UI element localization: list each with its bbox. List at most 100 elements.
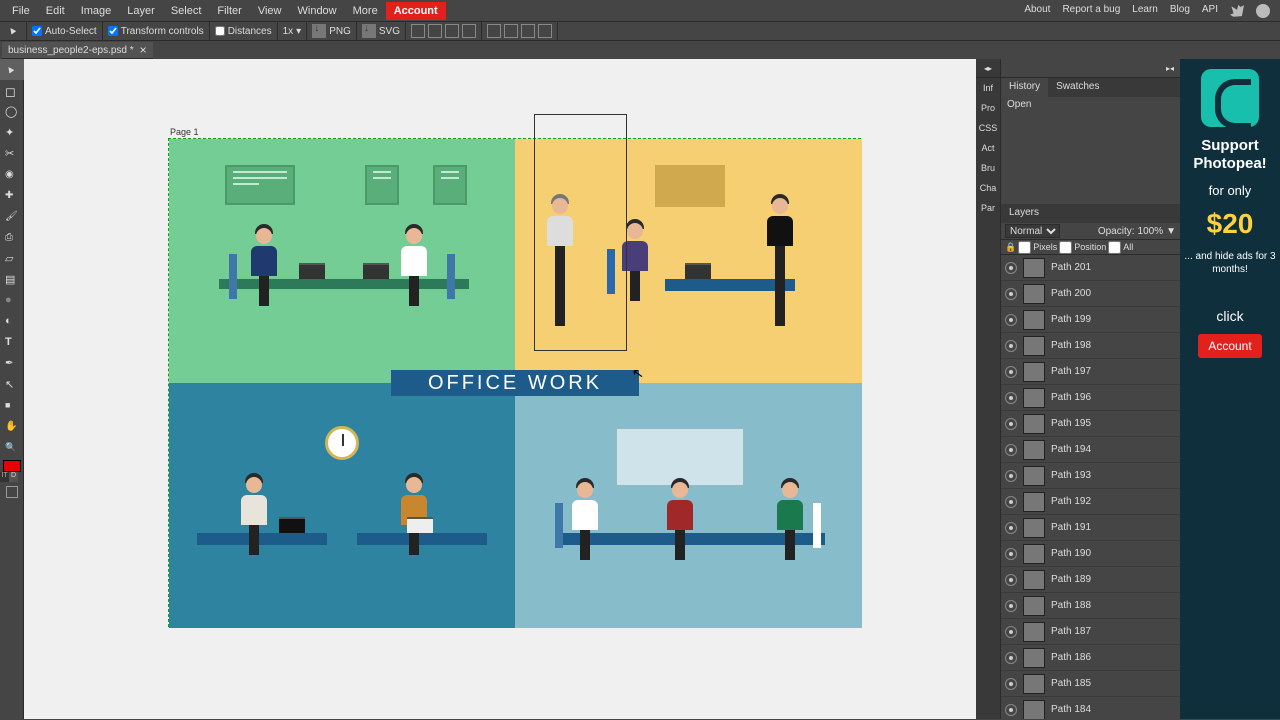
layer-thumbnail[interactable] xyxy=(1023,492,1045,512)
wand-tool[interactable] xyxy=(0,122,24,143)
layer-thumbnail[interactable] xyxy=(1023,310,1045,330)
blend-mode-select[interactable]: Normal xyxy=(1005,224,1060,238)
close-tab-icon[interactable]: × xyxy=(140,43,147,57)
layer-thumbnail[interactable] xyxy=(1023,544,1045,564)
layer-visibility-icon[interactable] xyxy=(1005,652,1017,664)
link-about[interactable]: About xyxy=(1018,1,1056,21)
layer-thumbnail[interactable] xyxy=(1023,414,1045,434)
history-list[interactable]: Open xyxy=(1001,97,1180,204)
lock-all-checkbox[interactable] xyxy=(1108,241,1121,254)
layer-row[interactable]: Path 201 xyxy=(1001,255,1180,281)
heal-tool[interactable] xyxy=(0,185,24,206)
export-svg[interactable]: SVG xyxy=(379,26,400,37)
path-select-tool[interactable] xyxy=(0,374,24,395)
menu-edit[interactable]: Edit xyxy=(38,2,73,20)
layer-thumbnail[interactable] xyxy=(1023,440,1045,460)
promo-account-button[interactable]: Account xyxy=(1198,334,1261,358)
layer-row[interactable]: Path 186 xyxy=(1001,645,1180,671)
menu-image[interactable]: Image xyxy=(73,2,120,20)
brush-tool[interactable] xyxy=(0,206,24,227)
layer-row[interactable]: Path 191 xyxy=(1001,515,1180,541)
export-scale[interactable]: 1x xyxy=(283,26,294,37)
eyedropper-tool[interactable] xyxy=(0,164,24,185)
artboard[interactable]: OFFICE WORK xyxy=(168,138,861,627)
layer-visibility-icon[interactable] xyxy=(1005,392,1017,404)
layer-visibility-icon[interactable] xyxy=(1005,288,1017,300)
layer-thumbnail[interactable] xyxy=(1023,570,1045,590)
layer-visibility-icon[interactable] xyxy=(1005,470,1017,482)
download-svg-icon[interactable] xyxy=(362,24,376,38)
panel-collapse-icon[interactable]: ▸◂ xyxy=(1166,64,1174,73)
auto-select-checkbox[interactable] xyxy=(32,26,42,36)
link-learn[interactable]: Learn xyxy=(1126,1,1164,21)
selection-rectangle[interactable] xyxy=(534,114,627,351)
dist-v-icon[interactable] xyxy=(504,24,518,38)
layer-visibility-icon[interactable] xyxy=(1005,574,1017,586)
layer-visibility-icon[interactable] xyxy=(1005,340,1017,352)
layer-visibility-icon[interactable] xyxy=(1005,444,1017,456)
layer-row[interactable]: Path 199 xyxy=(1001,307,1180,333)
opacity-dropdown-icon[interactable]: ▼ xyxy=(1166,226,1176,237)
layer-row[interactable]: Path 192 xyxy=(1001,489,1180,515)
layer-row[interactable]: Path 194 xyxy=(1001,437,1180,463)
twitter-icon[interactable] xyxy=(1224,1,1250,21)
opacity-value[interactable]: 100% xyxy=(1138,226,1164,237)
layer-row[interactable]: Path 200 xyxy=(1001,281,1180,307)
layer-thumbnail[interactable] xyxy=(1023,648,1045,668)
facebook-icon[interactable] xyxy=(1250,1,1276,21)
lock-pixels-checkbox[interactable] xyxy=(1018,241,1031,254)
layer-row[interactable]: Path 193 xyxy=(1001,463,1180,489)
panel-tab-props[interactable]: Pro xyxy=(976,98,1000,118)
layer-thumbnail[interactable] xyxy=(1023,700,1045,720)
layer-visibility-icon[interactable] xyxy=(1005,704,1017,716)
export-png[interactable]: PNG xyxy=(329,26,351,37)
menu-file[interactable]: File xyxy=(4,2,38,20)
layer-thumbnail[interactable] xyxy=(1023,674,1045,694)
layer-row[interactable]: Path 189 xyxy=(1001,567,1180,593)
document-tab[interactable]: business_people2-eps.psd * × xyxy=(2,42,153,59)
menu-window[interactable]: Window xyxy=(290,2,345,20)
layer-row[interactable]: Path 188 xyxy=(1001,593,1180,619)
mask-mode-icon[interactable] xyxy=(6,486,18,498)
layer-thumbnail[interactable] xyxy=(1023,518,1045,538)
layer-visibility-icon[interactable] xyxy=(1005,496,1017,508)
layer-visibility-icon[interactable] xyxy=(1005,262,1017,274)
eraser-tool[interactable] xyxy=(0,248,24,269)
type-tool[interactable] xyxy=(0,332,24,353)
layer-visibility-icon[interactable] xyxy=(1005,678,1017,690)
foreground-color-swatch[interactable] xyxy=(3,460,21,472)
dodge-tool[interactable] xyxy=(0,311,24,332)
panel-tab-brush[interactable]: Bru xyxy=(976,158,1000,178)
pen-tool[interactable] xyxy=(0,353,24,374)
layer-thumbnail[interactable] xyxy=(1023,388,1045,408)
distances-checkbox[interactable] xyxy=(215,26,225,36)
panel-tab-char[interactable]: Cha xyxy=(976,178,1000,198)
layer-visibility-icon[interactable] xyxy=(1005,366,1017,378)
lasso-tool[interactable] xyxy=(0,101,24,122)
layer-row[interactable]: Path 187 xyxy=(1001,619,1180,645)
history-tab[interactable]: History xyxy=(1001,78,1048,97)
menu-more[interactable]: More xyxy=(345,2,386,20)
move-tool[interactable] xyxy=(0,59,24,80)
align-left-icon[interactable] xyxy=(411,24,425,38)
crop-tool[interactable] xyxy=(0,143,24,164)
layer-row[interactable]: Path 197 xyxy=(1001,359,1180,385)
download-png-icon[interactable] xyxy=(312,24,326,38)
panel-expand-left-icon[interactable]: ◂▸ xyxy=(984,64,992,73)
swatches-tab[interactable]: Swatches xyxy=(1048,78,1107,97)
panel-tab-info[interactable]: Inf xyxy=(976,78,1000,98)
zoom-tool[interactable] xyxy=(0,437,24,458)
shape-tool[interactable] xyxy=(0,395,24,416)
menu-layer[interactable]: Layer xyxy=(119,2,163,20)
layer-thumbnail[interactable] xyxy=(1023,622,1045,642)
layer-visibility-icon[interactable] xyxy=(1005,418,1017,430)
align-top-icon[interactable] xyxy=(462,24,476,38)
panel-tab-para[interactable]: Par xyxy=(976,198,1000,218)
panel-tab-actions[interactable]: Act xyxy=(976,138,1000,158)
menu-filter[interactable]: Filter xyxy=(209,2,249,20)
layer-thumbnail[interactable] xyxy=(1023,258,1045,278)
layer-thumbnail[interactable] xyxy=(1023,466,1045,486)
stamp-tool[interactable] xyxy=(0,227,24,248)
layer-visibility-icon[interactable] xyxy=(1005,314,1017,326)
dist-h-icon[interactable] xyxy=(487,24,501,38)
